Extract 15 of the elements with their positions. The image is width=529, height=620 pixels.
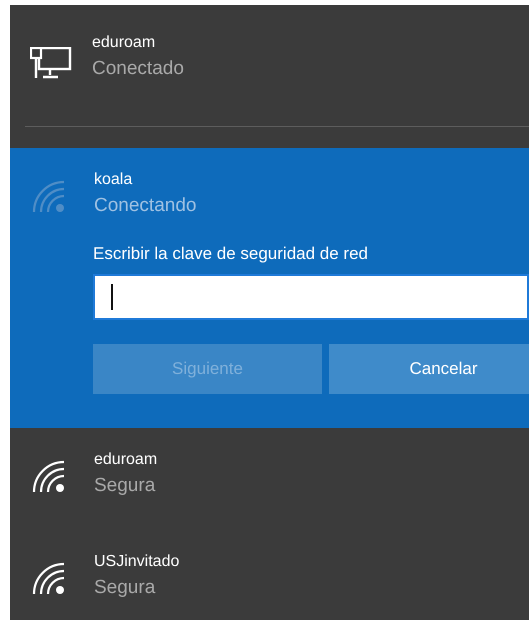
network-status: Segura (94, 474, 156, 498)
network-name: koala (94, 170, 134, 190)
network-status: Segura (94, 576, 156, 600)
wifi-icon (32, 460, 66, 494)
network-name: eduroam (94, 450, 158, 470)
network-status: Conectado (92, 57, 184, 81)
password-prompt: Escribir la clave de seguridad de red (93, 243, 369, 265)
password-field[interactable] (93, 274, 529, 320)
wifi-icon (32, 562, 66, 596)
network-name: USJinvitado (94, 552, 180, 572)
computer-icon (30, 47, 72, 79)
network-name: eduroam (92, 33, 156, 53)
wifi-icon (32, 180, 66, 214)
cancel-button[interactable]: Cancelar (329, 344, 529, 394)
network-status: Conectando (94, 194, 196, 218)
